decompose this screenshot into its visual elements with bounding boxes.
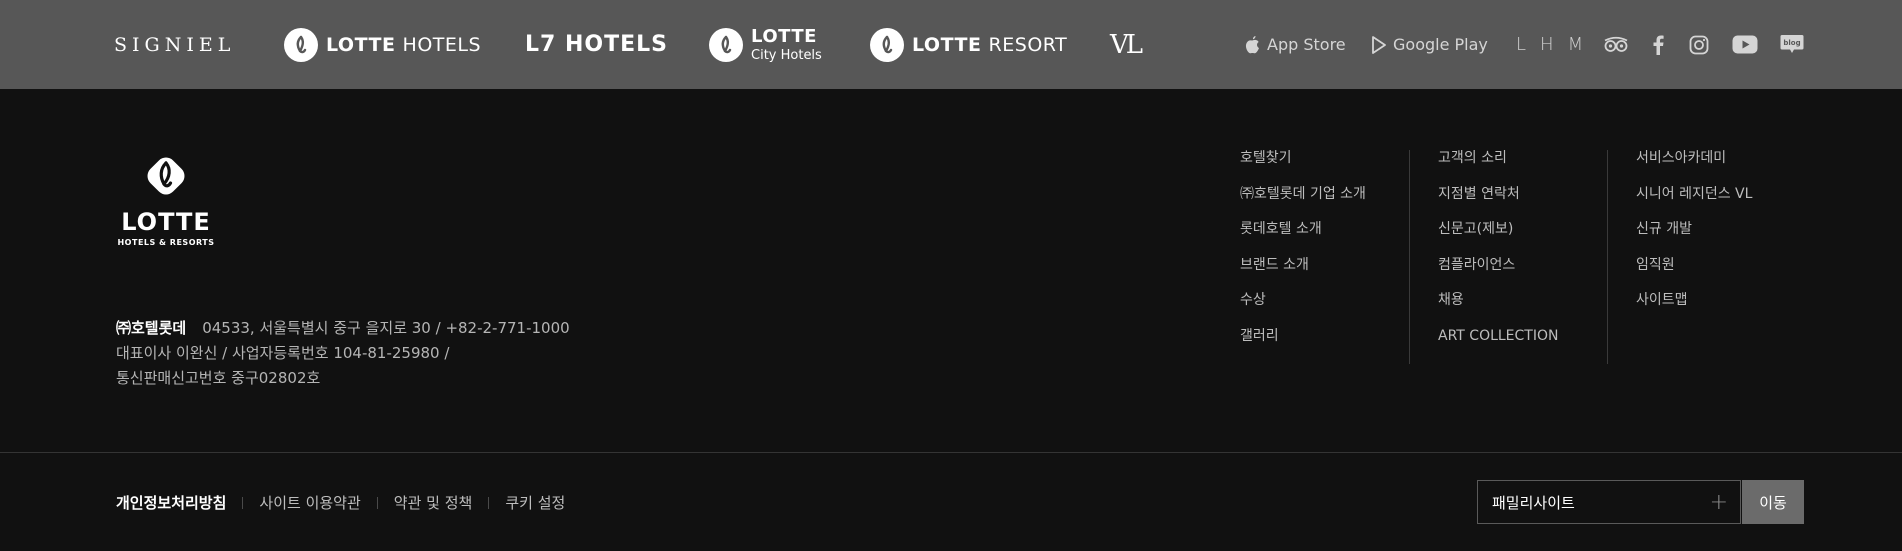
separator <box>376 496 378 509</box>
lotte-logo-icon <box>709 27 743 62</box>
main-logo-word: LOTTE <box>121 208 211 236</box>
facebook-icon <box>1653 35 1664 55</box>
brand-lotte-hotels-light: HOTELS <box>402 33 482 56</box>
separator <box>488 496 490 509</box>
lotte-emblem-icon <box>147 157 185 195</box>
brand-signiel-link[interactable]: SIGNIEL <box>114 0 235 89</box>
footer-link-employees[interactable]: 임직원 <box>1636 255 1836 291</box>
family-site-go-button[interactable]: 이동 <box>1742 480 1804 524</box>
company-ceo-reg: 대표이사 이완신 / 사업자등록번호 104-81-25980 / <box>116 344 450 362</box>
lhm-link[interactable]: LHM <box>1516 0 1597 89</box>
brand-bar: SIGNIEL LOTTE HOTELS L7 HOTELS LOTTE Cit… <box>0 0 1902 89</box>
footer-link-branch-contacts[interactable]: 지점별 연락처 <box>1438 184 1638 220</box>
company-name: ㈜호텔롯데 <box>116 319 187 337</box>
app-store-link[interactable]: App Store <box>1243 0 1346 89</box>
facebook-link[interactable] <box>1652 0 1664 89</box>
brand-lotte-hotels-link[interactable]: LOTTE HOTELS <box>284 0 481 89</box>
google-play-link[interactable]: Google Play <box>1371 0 1488 89</box>
brand-lotte-hotels-bold: LOTTE <box>326 33 396 56</box>
terms-policy-link[interactable]: 약관 및 정책 <box>394 492 473 513</box>
policy-links: 개인정보처리방침 사이트 이용약관 약관 및 정책 쿠키 설정 <box>116 492 565 513</box>
brand-resort-bold: LOTTE <box>912 33 982 56</box>
company-address: 04533, 서울특별시 중구 을지로 30 / +82-2-771-1000 <box>202 319 570 337</box>
family-site-dropdown[interactable]: 패밀리사이트 + <box>1477 480 1741 524</box>
brand-city-bottom: City Hotels <box>751 47 822 63</box>
footer-divider <box>0 452 1902 453</box>
plus-icon: + <box>1709 489 1728 515</box>
cookie-settings-link[interactable]: 쿠키 설정 <box>505 492 565 513</box>
main-logo-sub: HOTELS & RESORTS <box>117 238 215 247</box>
brand-lotte-city-link[interactable]: LOTTE City Hotels <box>709 0 822 89</box>
footer-link-awards[interactable]: 수상 <box>1240 290 1440 326</box>
tripadvisor-icon <box>1604 36 1628 52</box>
brand-lotte-resort-link[interactable]: LOTTE RESORT <box>870 0 1067 89</box>
footer-links-col-2: 고객의 소리 지점별 연락처 신문고(제보) 컴플라이언스 채용 ART COL… <box>1438 148 1638 361</box>
lotte-logo-icon <box>284 27 318 62</box>
footer-link-gallery[interactable]: 갤러리 <box>1240 326 1440 362</box>
privacy-policy-link[interactable]: 개인정보처리방침 <box>116 492 226 513</box>
family-site-label: 패밀리사이트 <box>1492 493 1575 512</box>
footer-link-find-hotel[interactable]: 호텔찾기 <box>1240 148 1440 184</box>
family-site-select[interactable]: 패밀리사이트 + <box>1477 480 1743 524</box>
blog-icon: blog <box>1780 34 1804 53</box>
footer-links-col-3: 서비스아카데미 시니어 레지던스 VL 신규 개발 임직원 사이트맵 <box>1636 148 1836 326</box>
lotte-logo-icon <box>870 27 904 62</box>
footer-link-art-collection[interactable]: ART COLLECTION <box>1438 326 1638 362</box>
brand-city-top: LOTTE <box>751 25 817 47</box>
footer-link-senior-residence[interactable]: 시니어 레지던스 VL <box>1636 184 1836 220</box>
youtube-link[interactable] <box>1732 0 1758 89</box>
footer-link-sitemap[interactable]: 사이트맵 <box>1636 290 1836 326</box>
footer-links-col-1: 호텔찾기 ㈜호텔롯데 기업 소개 롯데호텔 소개 브랜드 소개 수상 갤러리 <box>1240 148 1440 361</box>
column-divider <box>1607 150 1608 364</box>
footer-link-new-development[interactable]: 신규 개발 <box>1636 219 1836 255</box>
youtube-icon <box>1732 35 1758 54</box>
separator <box>242 496 244 509</box>
company-info: ㈜호텔롯데 04533, 서울특별시 중구 을지로 30 / +82-2-771-… <box>116 316 570 391</box>
app-store-label: App Store <box>1267 35 1346 54</box>
footer-link-lotte-hotel-intro[interactable]: 롯데호텔 소개 <box>1240 219 1440 255</box>
footer-link-customer-voice[interactable]: 고객의 소리 <box>1438 148 1638 184</box>
brand-vl-link[interactable]: VL <box>1110 0 1143 89</box>
apple-icon <box>1245 35 1259 53</box>
company-mail-order: 통신판매신고번호 중구02802호 <box>116 369 321 387</box>
footer-link-report[interactable]: 신문고(제보) <box>1438 219 1638 255</box>
footer-link-compliance[interactable]: 컴플라이언스 <box>1438 255 1638 291</box>
footer-link-careers[interactable]: 채용 <box>1438 290 1638 326</box>
company-line-1: ㈜호텔롯데 04533, 서울특별시 중구 을지로 30 / +82-2-771-… <box>116 316 570 341</box>
tripadvisor-link[interactable] <box>1603 0 1629 89</box>
footer-link-service-academy[interactable]: 서비스아카데미 <box>1636 148 1836 184</box>
column-divider <box>1409 150 1410 364</box>
footer-link-corporate-intro[interactable]: ㈜호텔롯데 기업 소개 <box>1240 184 1440 220</box>
lotte-hotels-resorts-logo[interactable]: LOTTE HOTELS & RESORTS <box>116 150 216 247</box>
instagram-link[interactable] <box>1689 0 1709 89</box>
google-play-label: Google Play <box>1393 35 1488 54</box>
site-terms-link[interactable]: 사이트 이용약관 <box>259 492 360 513</box>
footer-link-brand-intro[interactable]: 브랜드 소개 <box>1240 255 1440 291</box>
instagram-icon <box>1689 35 1709 54</box>
blog-icon-label: blog <box>1783 39 1800 47</box>
brand-resort-light: RESORT <box>988 33 1068 56</box>
google-play-icon <box>1372 35 1386 54</box>
blog-link[interactable]: blog <box>1780 0 1804 89</box>
brand-city-text: LOTTE City Hotels <box>751 25 822 63</box>
brand-l7-link[interactable]: L7 HOTELS <box>525 0 668 89</box>
